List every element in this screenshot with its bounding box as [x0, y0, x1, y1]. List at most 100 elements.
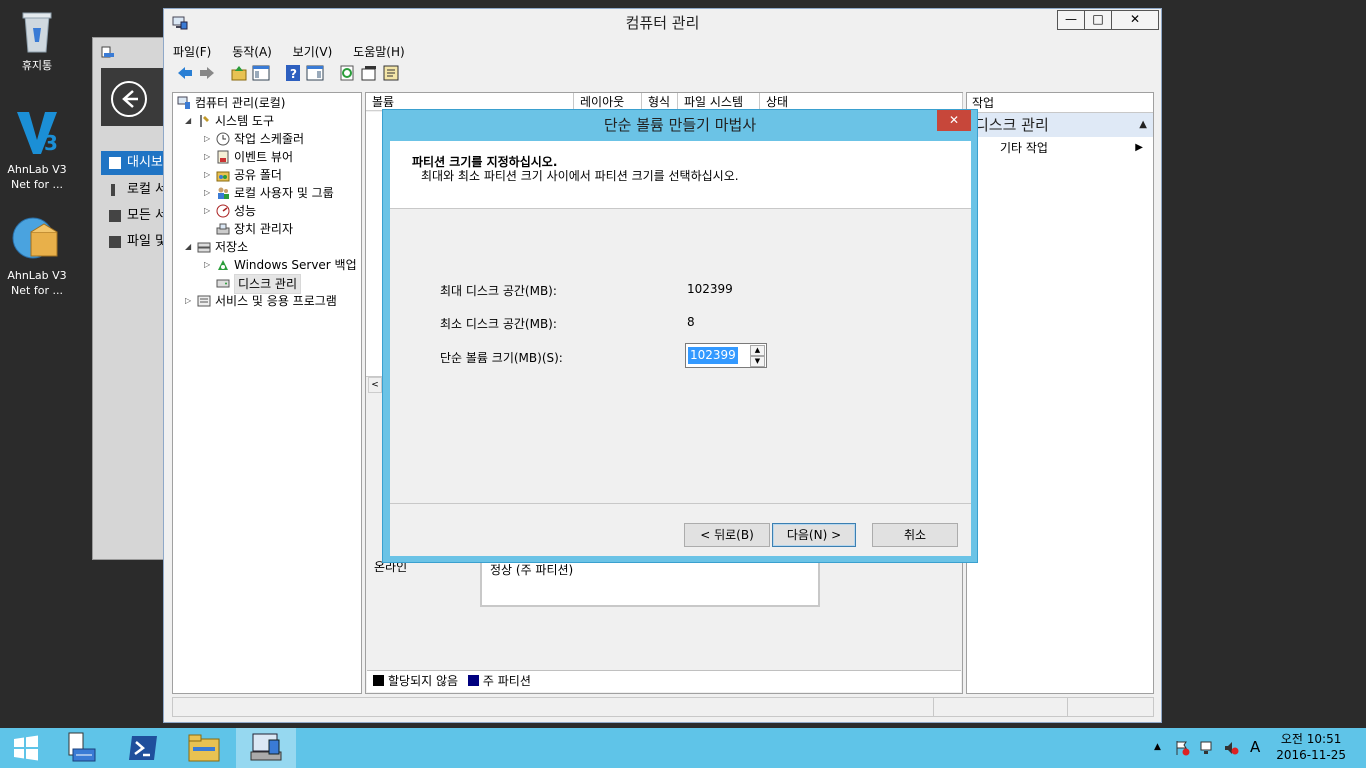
collapse-arrow-icon[interactable]: ◢ — [185, 112, 191, 130]
wizard-close-button[interactable]: ✕ — [937, 110, 971, 131]
actions-section-disk-management[interactable]: 디스크 관리 ▲ — [967, 113, 1153, 137]
tree-label: 디스크 관리 — [234, 274, 302, 294]
performance-icon — [216, 204, 230, 218]
action-center-flag-icon[interactable] — [1174, 740, 1190, 756]
taskbar-file-explorer[interactable] — [174, 728, 234, 768]
start-button[interactable] — [0, 728, 52, 768]
title-bar[interactable]: 컴퓨터 관리 — □ ✕ — [164, 9, 1161, 39]
desktop-icon-ahnlab-v3[interactable]: 3 AhnLab V3 Net for ... — [0, 106, 74, 192]
desktop-icon-recycle-bin[interactable]: 휴지통 — [0, 8, 74, 73]
server-manager-window[interactable]: 대시보드 로컬 서버 모든 서버 파일 및 저장소 서비스 — [92, 37, 173, 560]
expand-arrow-icon[interactable]: ▷ — [204, 130, 210, 148]
backup-icon — [218, 260, 228, 270]
computer-management-icon — [250, 733, 282, 761]
expand-arrow-icon[interactable]: ▷ — [204, 148, 210, 166]
svg-text:3: 3 — [44, 131, 58, 155]
action-more-actions[interactable]: 기타 작업 ▶ — [967, 137, 1153, 159]
expand-arrow-icon[interactable]: ▷ — [185, 292, 191, 310]
volume-size-stepper[interactable]: 102399 ▲ ▼ — [685, 343, 767, 368]
ime-indicator[interactable]: A — [1250, 738, 1260, 756]
legend-unallocated-label: 할당되지 않음 — [388, 674, 459, 688]
show-hide-tree-icon[interactable] — [252, 64, 270, 82]
minimize-button[interactable]: — — [1057, 10, 1085, 30]
simple-volume-wizard-dialog[interactable]: 단순 볼륨 만들기 마법사 ✕ 파티션 크기를 지정하십시오. 최대와 최소 파… — [382, 109, 978, 563]
properties-icon[interactable] — [360, 64, 378, 82]
wizard-subheading: 최대와 최소 파티션 크기 사이에서 파티션 크기를 선택하십시오. — [421, 169, 739, 183]
back-arrow-icon[interactable] — [111, 81, 147, 117]
ahnlab-v3-icon: 3 — [17, 112, 58, 155]
menu-action[interactable]: 동작(A) — [223, 39, 280, 60]
desktop-icon-ahnlab-v3-update[interactable]: AhnLab V3 Net for ... — [0, 214, 74, 298]
legend-primary-swatch — [467, 675, 479, 686]
expand-arrow-icon[interactable]: ▷ — [204, 184, 210, 202]
back-button[interactable]: < 뒤로(B) — [684, 523, 770, 547]
wizard-separator — [390, 503, 971, 504]
computer-management-icon — [172, 16, 188, 30]
min-disk-space-value: 8 — [687, 315, 695, 329]
console-tree: 컴퓨터 관리(로컬) ◢ 시스템 도구 ▷ 작업 스케줄러 ▷ 이벤트 뷰어 ▷… — [172, 92, 362, 694]
services-icon — [197, 295, 211, 307]
export-icon[interactable] — [382, 64, 400, 82]
ahnlab-v3-update-icon — [12, 217, 58, 259]
min-disk-space-label: 최소 디스크 공간(MB): — [440, 317, 557, 331]
actions-section-label: 디스크 관리 — [975, 116, 1049, 134]
expand-arrow-icon[interactable]: ▷ — [204, 166, 210, 184]
tree-label: Windows Server 백업 — [234, 258, 357, 272]
show-hidden-icons-button[interactable]: ▲ — [1154, 742, 1161, 752]
spin-down-button[interactable]: ▼ — [750, 356, 765, 367]
expand-arrow-icon[interactable]: ▷ — [204, 256, 210, 274]
menu-view[interactable]: 보기(V) — [284, 39, 341, 60]
actions-header: 작업 — [967, 93, 1153, 113]
taskbar-powershell[interactable] — [113, 728, 173, 768]
svg-text:?: ? — [290, 67, 297, 81]
tree-label: 장치 관리자 — [234, 222, 294, 236]
storage-icon — [109, 236, 121, 248]
clock[interactable]: 오전 10:51 2016-11-25 — [1276, 731, 1346, 763]
expand-arrow-icon[interactable]: ▷ — [204, 202, 210, 220]
refresh-icon[interactable] — [338, 64, 356, 82]
status-segment — [933, 698, 1067, 716]
menu-help[interactable]: 도움말(H) — [344, 39, 413, 60]
scroll-left-button[interactable]: < — [368, 377, 382, 393]
menu-bar: 파일(F) 동작(A) 보기(V) 도움말(H) — [164, 39, 1161, 61]
tree-label: 이벤트 뷰어 — [234, 150, 294, 164]
close-button[interactable]: ✕ — [1111, 10, 1159, 30]
volume-muted-icon[interactable] — [1223, 740, 1239, 756]
tree-label: 성능 — [234, 204, 257, 218]
tree-label: 저장소 — [215, 240, 249, 254]
collapse-arrow-icon[interactable]: ◢ — [185, 238, 191, 256]
menu-file[interactable]: 파일(F) — [164, 39, 219, 60]
back-icon[interactable] — [176, 64, 194, 82]
recycle-bin-icon — [22, 12, 52, 53]
collapse-up-icon[interactable]: ▲ — [1139, 113, 1147, 137]
powershell-icon — [129, 736, 157, 760]
show-action-pane-icon[interactable] — [306, 64, 324, 82]
next-button[interactable]: 다음(N) > — [772, 523, 856, 547]
cancel-button[interactable]: 취소 — [872, 523, 958, 547]
actions-pane: 작업 디스크 관리 ▲ 기타 작업 ▶ — [966, 92, 1154, 694]
desktop-icon-label: AhnLab V3 Net for ... — [7, 269, 67, 297]
tree-label: 작업 스케줄러 — [234, 132, 305, 146]
up-folder-icon[interactable] — [230, 64, 248, 82]
shared-folder-icon — [216, 171, 230, 182]
clock-date: 2016-11-25 — [1276, 748, 1346, 762]
device-manager-icon — [216, 223, 230, 235]
tree-label: 공유 폴더 — [234, 168, 282, 182]
storage-icon — [197, 242, 211, 253]
taskbar-computer-management[interactable] — [236, 728, 296, 768]
servers-icon — [109, 210, 121, 222]
maximize-button[interactable]: □ — [1084, 10, 1112, 30]
wizard-header: 파티션 크기를 지정하십시오. 최대와 최소 파티션 크기 사이에서 파티션 크… — [390, 141, 971, 209]
tree-label: 로컬 사용자 및 그룹 — [234, 186, 334, 200]
submenu-arrow-icon: ▶ — [1135, 142, 1143, 153]
server-manager-icon — [68, 732, 96, 762]
network-icon[interactable] — [1199, 740, 1215, 756]
forward-icon[interactable] — [198, 64, 216, 82]
wizard-title: 단순 볼륨 만들기 마법사 — [603, 116, 757, 134]
dashboard-icon — [109, 157, 121, 169]
volume-size-input[interactable]: 102399 — [688, 347, 738, 364]
spin-up-button[interactable]: ▲ — [750, 345, 765, 356]
help-icon[interactable]: ? — [284, 64, 302, 82]
computer-management-icon — [177, 96, 190, 109]
taskbar-server-manager[interactable] — [52, 728, 112, 768]
